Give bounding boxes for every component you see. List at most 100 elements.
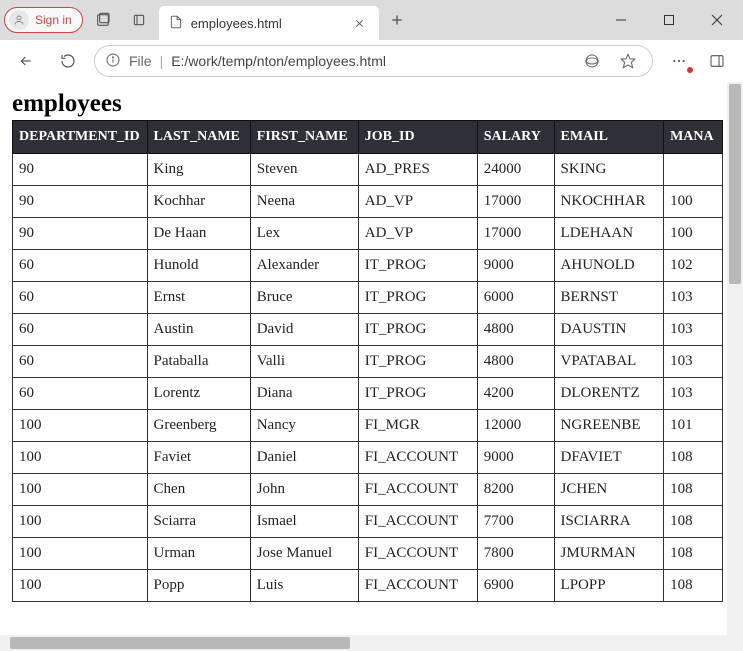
window-minimize-button[interactable] bbox=[599, 4, 643, 36]
file-icon bbox=[169, 15, 183, 32]
table-cell: Luis bbox=[250, 570, 358, 602]
window-close-button[interactable] bbox=[695, 4, 739, 36]
table-cell: Ismael bbox=[250, 506, 358, 538]
table-cell: Popp bbox=[147, 570, 250, 602]
table-cell: AD_PRES bbox=[358, 154, 477, 186]
table-cell: IT_PROG bbox=[358, 346, 477, 378]
table-cell: 60 bbox=[13, 282, 148, 314]
table-cell: 60 bbox=[13, 378, 148, 410]
table-cell: Bruce bbox=[250, 282, 358, 314]
table-cell: John bbox=[250, 474, 358, 506]
table-cell: LDEHAAN bbox=[554, 218, 664, 250]
table-cell: 7800 bbox=[477, 538, 554, 570]
table-cell: 12000 bbox=[477, 410, 554, 442]
column-header: DEPARTMENT_ID bbox=[13, 121, 148, 154]
table-cell: 103 bbox=[664, 314, 723, 346]
address-bar[interactable]: File | E:/work/temp/nton/employees.html bbox=[94, 45, 653, 77]
table-cell: 60 bbox=[13, 314, 148, 346]
url-scheme-label: File bbox=[129, 53, 152, 69]
back-button[interactable] bbox=[10, 45, 42, 77]
table-cell: 90 bbox=[13, 154, 148, 186]
table-cell: AD_VP bbox=[358, 218, 477, 250]
table-cell: Ernst bbox=[147, 282, 250, 314]
table-row: 60AustinDavidIT_PROG4800DAUSTIN103 bbox=[13, 314, 723, 346]
table-row: 100FavietDanielFI_ACCOUNT9000DFAVIET108 bbox=[13, 442, 723, 474]
table-cell: 60 bbox=[13, 250, 148, 282]
table-cell: 103 bbox=[664, 378, 723, 410]
url-text: E:/work/temp/nton/employees.html bbox=[171, 53, 570, 69]
table-cell: FI_MGR bbox=[358, 410, 477, 442]
table-cell: AHUNOLD bbox=[554, 250, 664, 282]
table-cell: Diana bbox=[250, 378, 358, 410]
table-cell: 4200 bbox=[477, 378, 554, 410]
table-cell: Sciarra bbox=[147, 506, 250, 538]
browser-tab[interactable]: employees.html bbox=[159, 6, 379, 40]
table-cell: JMURMAN bbox=[554, 538, 664, 570]
vertical-scrollbar[interactable] bbox=[727, 82, 743, 635]
table-cell: David bbox=[250, 314, 358, 346]
favorite-button[interactable] bbox=[614, 47, 642, 75]
table-cell: 6000 bbox=[477, 282, 554, 314]
table-cell: 100 bbox=[664, 186, 723, 218]
table-cell: Valli bbox=[250, 346, 358, 378]
table-cell: Faviet bbox=[147, 442, 250, 474]
table-cell: 102 bbox=[664, 250, 723, 282]
window-titlebar: Sign in employees.html bbox=[0, 0, 743, 40]
horizontal-scrollbar[interactable] bbox=[0, 635, 727, 651]
table-cell: Urman bbox=[147, 538, 250, 570]
page-content: employees DEPARTMENT_IDLAST_NAMEFIRST_NA… bbox=[0, 82, 727, 635]
table-cell: SKING bbox=[554, 154, 664, 186]
vertical-scroll-thumb[interactable] bbox=[729, 84, 741, 284]
table-cell: Greenberg bbox=[147, 410, 250, 442]
settings-more-button[interactable] bbox=[663, 45, 695, 77]
table-cell: Daniel bbox=[250, 442, 358, 474]
refresh-button[interactable] bbox=[52, 45, 84, 77]
horizontal-scroll-thumb[interactable] bbox=[10, 637, 350, 649]
table-cell: 17000 bbox=[477, 186, 554, 218]
employees-table: DEPARTMENT_IDLAST_NAMEFIRST_NAMEJOB_IDSA… bbox=[12, 120, 723, 602]
table-cell: 100 bbox=[664, 218, 723, 250]
column-header: LAST_NAME bbox=[147, 121, 250, 154]
tracking-prevention-icon[interactable] bbox=[578, 47, 606, 75]
table-cell: FI_ACCOUNT bbox=[358, 570, 477, 602]
table-cell: 101 bbox=[664, 410, 723, 442]
column-header: FIRST_NAME bbox=[250, 121, 358, 154]
table-cell: JCHEN bbox=[554, 474, 664, 506]
table-cell: Hunold bbox=[147, 250, 250, 282]
table-cell: 24000 bbox=[477, 154, 554, 186]
table-cell: 108 bbox=[664, 538, 723, 570]
close-tab-button[interactable] bbox=[351, 14, 369, 32]
table-cell: LPOPP bbox=[554, 570, 664, 602]
table-cell bbox=[664, 154, 723, 186]
sidebar-toggle-button[interactable] bbox=[701, 45, 733, 77]
table-row: 100UrmanJose ManuelFI_ACCOUNT7800JMURMAN… bbox=[13, 538, 723, 570]
table-cell: 6900 bbox=[477, 570, 554, 602]
window-maximize-button[interactable] bbox=[647, 4, 691, 36]
table-cell: 100 bbox=[13, 442, 148, 474]
table-cell: DLORENTZ bbox=[554, 378, 664, 410]
table-row: 90KochharNeenaAD_VP17000NKOCHHAR100 bbox=[13, 186, 723, 218]
table-cell: IT_PROG bbox=[358, 282, 477, 314]
table-cell: 103 bbox=[664, 282, 723, 314]
table-cell: FI_ACCOUNT bbox=[358, 538, 477, 570]
table-cell: Chen bbox=[147, 474, 250, 506]
workspaces-icon[interactable] bbox=[87, 4, 119, 36]
user-icon bbox=[9, 10, 29, 30]
table-cell: VPATABAL bbox=[554, 346, 664, 378]
vertical-tabs-icon[interactable] bbox=[123, 4, 155, 36]
table-cell: 100 bbox=[13, 570, 148, 602]
url-separator: | bbox=[160, 53, 164, 69]
table-cell: 103 bbox=[664, 346, 723, 378]
table-row: 100SciarraIsmaelFI_ACCOUNT7700ISCIARRA10… bbox=[13, 506, 723, 538]
table-cell: 108 bbox=[664, 506, 723, 538]
table-cell: 100 bbox=[13, 410, 148, 442]
table-cell: ISCIARRA bbox=[554, 506, 664, 538]
table-row: 60PataballaValliIT_PROG4800VPATABAL103 bbox=[13, 346, 723, 378]
new-tab-button[interactable] bbox=[383, 6, 411, 34]
table-cell: IT_PROG bbox=[358, 250, 477, 282]
table-cell: 108 bbox=[664, 474, 723, 506]
signin-button[interactable]: Sign in bbox=[4, 7, 83, 33]
column-header: MANA bbox=[664, 121, 723, 154]
info-icon bbox=[105, 52, 121, 71]
table-cell: 90 bbox=[13, 218, 148, 250]
